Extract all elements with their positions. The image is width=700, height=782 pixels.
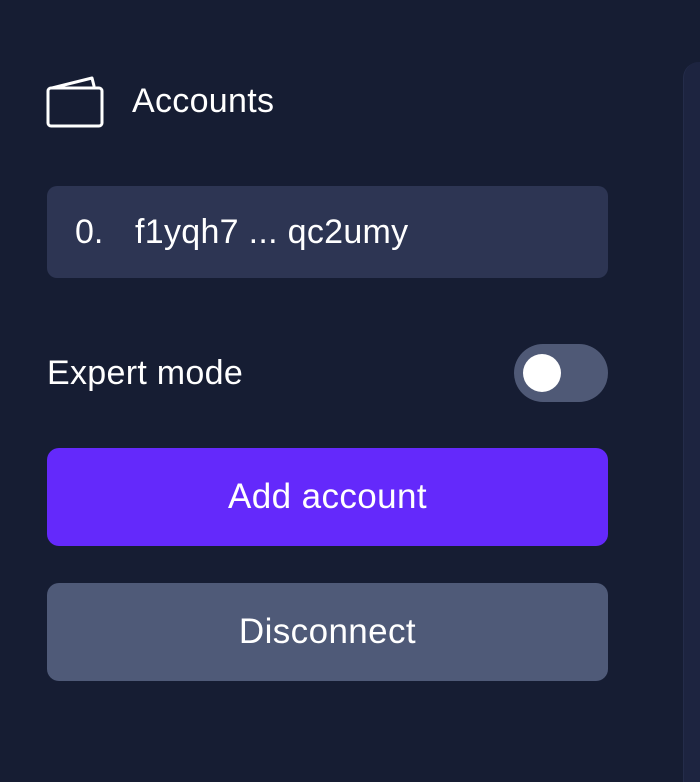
toggle-knob [523,354,561,392]
account-address: f1yqh7 ... qc2umy [135,212,409,251]
account-index: 0. [75,212,104,251]
expert-mode-label: Expert mode [47,353,244,392]
accounts-header: Accounts [46,72,274,130]
account-list-item[interactable]: 0. f1yqh7 ... qc2umy [47,186,608,278]
disconnect-button[interactable]: Disconnect [47,583,608,681]
adjacent-panel-edge [683,62,700,782]
expert-mode-toggle[interactable] [514,344,608,402]
expert-mode-row: Expert mode [47,344,608,402]
accounts-title: Accounts [132,81,275,120]
wallet-icon [46,74,104,128]
accounts-panel: Accounts 0. f1yqh7 ... qc2umy Expert mod… [0,0,700,782]
add-account-button[interactable]: Add account [47,448,608,546]
